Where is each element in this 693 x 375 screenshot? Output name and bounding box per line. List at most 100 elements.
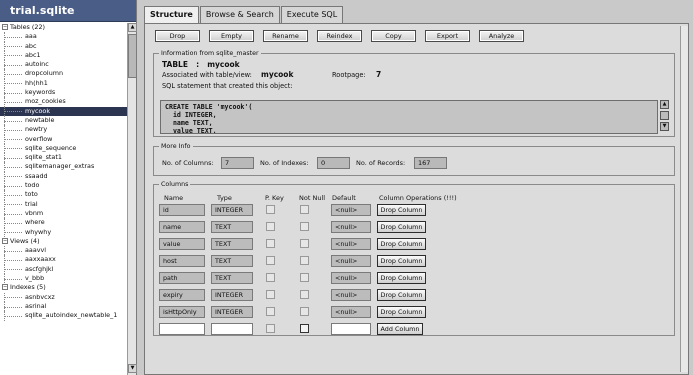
collapse-icon[interactable]: − bbox=[2, 24, 8, 30]
analyze-button[interactable]: Analyze bbox=[479, 30, 524, 42]
tree-item-table[interactable]: whywhy bbox=[0, 227, 127, 237]
tree-item-table[interactable]: ssaadd bbox=[0, 171, 127, 182]
drop-column-button[interactable]: Drop Column bbox=[377, 204, 426, 216]
drop-column-button[interactable]: Drop Column bbox=[377, 272, 426, 284]
tree-item-table[interactable]: sqlitemanager_extras bbox=[0, 162, 127, 172]
tree-item-view[interactable]: ascfghjkl bbox=[0, 264, 127, 275]
tree-item-table[interactable]: hh(hh1 bbox=[0, 78, 127, 89]
not-null-checkbox[interactable] bbox=[300, 239, 309, 248]
tree-item-indexe[interactable]: asnbvcxz bbox=[0, 292, 127, 302]
column-type-field[interactable] bbox=[211, 323, 253, 335]
tree-item-table[interactable]: keywords bbox=[0, 88, 127, 98]
tab-browse-search[interactable]: Browse & Search bbox=[199, 6, 280, 23]
default-value-field[interactable]: <null> bbox=[331, 238, 371, 250]
tree-item-indexe[interactable]: asrinal bbox=[0, 301, 127, 312]
tree-item-table[interactable]: where bbox=[0, 218, 127, 228]
not-null-checkbox[interactable] bbox=[300, 307, 309, 316]
not-null-checkbox[interactable] bbox=[300, 256, 309, 265]
column-name-field[interactable] bbox=[159, 323, 205, 335]
tree-item-table[interactable]: dropcolumn bbox=[0, 69, 127, 79]
scroll-thumb[interactable] bbox=[660, 111, 669, 120]
primary-key-checkbox[interactable] bbox=[266, 239, 275, 248]
export-button[interactable]: Export bbox=[425, 30, 470, 42]
collapse-icon[interactable]: − bbox=[2, 237, 8, 244]
tree-group[interactable]: − Views (4) bbox=[0, 237, 127, 246]
empty-button[interactable]: Empty bbox=[209, 30, 254, 42]
scroll-down-icon[interactable]: ▼ bbox=[128, 364, 137, 373]
not-null-checkbox[interactable] bbox=[300, 290, 309, 299]
reindex-button[interactable]: Reindex bbox=[317, 30, 362, 42]
drop-column-button[interactable]: Drop Column bbox=[377, 221, 426, 233]
not-null-checkbox[interactable] bbox=[300, 273, 309, 282]
column-type-field[interactable]: TEXT bbox=[211, 238, 253, 250]
copy-button[interactable]: Copy bbox=[371, 30, 416, 42]
default-value-field[interactable] bbox=[331, 323, 371, 335]
column-type-field[interactable]: TEXT bbox=[211, 272, 253, 284]
drop-column-button[interactable]: Drop Column bbox=[377, 306, 426, 318]
scroll-down-icon[interactable]: ▼ bbox=[660, 122, 669, 131]
tree-item-table[interactable]: trial bbox=[0, 199, 127, 209]
column-name-field[interactable]: path bbox=[159, 272, 205, 284]
tree-item-table[interactable]: vbnm bbox=[0, 208, 127, 219]
primary-key-checkbox[interactable] bbox=[266, 222, 275, 231]
column-name-field[interactable]: host bbox=[159, 255, 205, 267]
tree-item-indexe[interactable]: sqlite_autoindex_newtable_1 bbox=[0, 311, 127, 321]
tree-group[interactable]: − Tables (22) bbox=[0, 23, 127, 32]
column-name-field[interactable]: id bbox=[159, 204, 205, 216]
primary-key-checkbox[interactable] bbox=[266, 324, 275, 333]
primary-key-checkbox[interactable] bbox=[266, 290, 275, 299]
tree-item-table[interactable]: aaa bbox=[0, 32, 127, 42]
rename-button[interactable]: Rename bbox=[263, 30, 308, 42]
sql-scrollbar[interactable]: ▲ ▼ bbox=[660, 100, 670, 134]
primary-key-checkbox[interactable] bbox=[266, 205, 275, 214]
primary-key-checkbox[interactable] bbox=[266, 256, 275, 265]
tree-item-table[interactable]: overflow bbox=[0, 134, 127, 144]
add-column-button[interactable]: Add Column bbox=[377, 323, 423, 335]
column-type-field[interactable]: INTEGER bbox=[211, 204, 253, 216]
collapse-icon[interactable]: − bbox=[2, 284, 8, 291]
tree-item-table[interactable]: sqlite_sequence bbox=[0, 143, 127, 154]
default-value-field[interactable]: <null> bbox=[331, 221, 371, 233]
tree-item-view[interactable]: v_bbb bbox=[0, 274, 127, 284]
column-type-field[interactable]: TEXT bbox=[211, 221, 253, 233]
column-type-field[interactable]: TEXT bbox=[211, 255, 253, 267]
tree-item-table[interactable]: abc1 bbox=[0, 50, 127, 61]
column-name-field[interactable]: expiry bbox=[159, 289, 205, 301]
tree-item-view[interactable]: aaxxaaxx bbox=[0, 255, 127, 265]
default-value-field[interactable]: <null> bbox=[331, 289, 371, 301]
default-value-field[interactable]: <null> bbox=[331, 272, 371, 284]
scroll-up-icon[interactable]: ▲ bbox=[128, 23, 137, 32]
not-null-checkbox[interactable] bbox=[300, 222, 309, 231]
default-value-field[interactable]: <null> bbox=[331, 255, 371, 267]
tree-item-table[interactable]: sqlite_stat1 bbox=[0, 153, 127, 163]
primary-key-checkbox[interactable] bbox=[266, 307, 275, 316]
default-value-field[interactable]: <null> bbox=[331, 204, 371, 216]
sql-statement[interactable]: CREATE TABLE 'mycook'( id INTEGER, name … bbox=[160, 100, 658, 134]
column-type-field[interactable]: INTEGER bbox=[211, 289, 253, 301]
not-null-checkbox[interactable] bbox=[300, 324, 309, 333]
tree-item-table[interactable]: autoinc bbox=[0, 60, 127, 70]
tab-execute-sql[interactable]: Execute SQL bbox=[280, 6, 344, 23]
tab-structure[interactable]: Structure bbox=[144, 6, 199, 24]
main-scrollbar[interactable] bbox=[680, 26, 688, 372]
column-type-field[interactable]: INTEGER bbox=[211, 306, 253, 318]
tree-item-table[interactable]: newtry bbox=[0, 125, 127, 135]
tree-item-table[interactable]: abc bbox=[0, 41, 127, 51]
tree-item-table[interactable]: mycook bbox=[0, 106, 127, 116]
drop-column-button[interactable]: Drop Column bbox=[377, 238, 426, 250]
sidebar-scroll-thumb[interactable] bbox=[128, 34, 137, 78]
tree-group[interactable]: − Indexes (5) bbox=[0, 283, 127, 292]
default-value-field[interactable]: <null> bbox=[331, 306, 371, 318]
tree-item-table[interactable]: newtable bbox=[0, 115, 127, 126]
not-null-checkbox[interactable] bbox=[300, 205, 309, 214]
sidebar-scrollbar[interactable]: ▲ ▼ bbox=[127, 23, 137, 375]
drop-button[interactable]: Drop bbox=[155, 30, 200, 42]
scroll-up-icon[interactable]: ▲ bbox=[660, 100, 669, 109]
tree-item-view[interactable]: aaavvl bbox=[0, 246, 127, 256]
tree-item-table[interactable]: toto bbox=[0, 190, 127, 200]
drop-column-button[interactable]: Drop Column bbox=[377, 255, 426, 267]
tree-item-table[interactable]: todo bbox=[0, 181, 127, 191]
column-name-field[interactable]: value bbox=[159, 238, 205, 250]
column-name-field[interactable]: isHttpOnly bbox=[159, 306, 205, 318]
primary-key-checkbox[interactable] bbox=[266, 273, 275, 282]
